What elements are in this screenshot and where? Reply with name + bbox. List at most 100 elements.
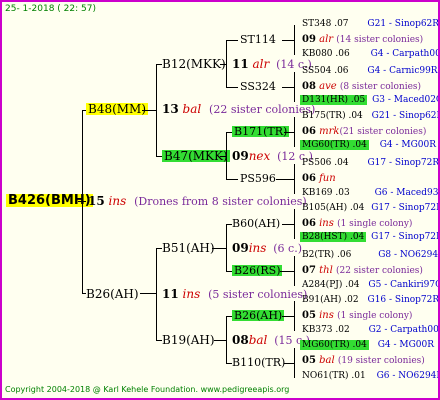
g4-queen-8[interactable]: B110(TR) bbox=[232, 357, 285, 368]
connector bbox=[226, 316, 227, 363]
dam-sire-info: 09ins (6 c.) bbox=[232, 242, 302, 254]
dam-note: (5 sister colonies) bbox=[208, 288, 308, 301]
sire-type: bal bbox=[182, 102, 202, 116]
dam-dam-queen[interactable]: B19(AH) bbox=[162, 334, 215, 346]
connector bbox=[226, 87, 238, 88]
g5-tag: G21 - Sinop62R bbox=[371, 111, 440, 121]
dam-sire-queen[interactable]: B51(AH) bbox=[162, 242, 215, 254]
g5-tag: G5 - Cankiri97Q bbox=[368, 280, 440, 290]
dam-info: 11 ins (5 sister colonies) bbox=[162, 288, 307, 300]
dam-queen[interactable]: B26(AH) bbox=[86, 288, 139, 300]
g5-note: (8 sister colonies) bbox=[339, 82, 422, 92]
g5-info-7: 05 ins (1 single colony) bbox=[302, 311, 412, 321]
g5-tag: G17 - Sinop72R bbox=[371, 203, 440, 213]
g5-tag: G21 - Sinop62R bbox=[367, 19, 440, 29]
g5-year: 05 bbox=[302, 355, 316, 366]
g4-queen-5[interactable]: B60(AH) bbox=[232, 218, 280, 229]
dam-sire-type: ins bbox=[248, 241, 267, 255]
g5-name[interactable]: SS504 .06 bbox=[302, 66, 349, 76]
connector bbox=[220, 156, 226, 157]
g5-year: 06 bbox=[302, 173, 316, 184]
g4-queen-1[interactable]: ST114 bbox=[240, 34, 276, 45]
dam-dam-info: 08bal (15 c.) bbox=[232, 334, 310, 346]
g4-queen-4[interactable]: PS596 bbox=[240, 173, 276, 184]
connector bbox=[294, 25, 295, 55]
sire-dam-type: nex bbox=[248, 149, 271, 163]
connector bbox=[294, 348, 295, 378]
g5-line-16: NO61(TR) .01 G6 - NO6294R bbox=[302, 371, 438, 381]
g5-tag: G2 - Carpath00R bbox=[368, 325, 440, 335]
g5-tag: G4 - Carpath00R bbox=[370, 49, 440, 59]
g5-year: 08 bbox=[302, 81, 316, 92]
connector bbox=[82, 110, 83, 293]
g5-name[interactable]: B91(AH) .02 bbox=[302, 295, 359, 305]
g5-tag: G6 - Maced93R bbox=[374, 188, 440, 198]
g5-name[interactable]: PS506 .04 bbox=[302, 158, 349, 168]
connector bbox=[156, 64, 157, 156]
connector bbox=[140, 293, 156, 294]
dam-type: ins bbox=[182, 287, 201, 301]
g5-info-3: 06 mrk(21 sister colonies) bbox=[302, 127, 426, 137]
connector bbox=[294, 164, 295, 194]
connector bbox=[282, 224, 294, 225]
header-date: 25- 1-2018 ( 22: 57) bbox=[5, 4, 96, 14]
g5-line-15: MG60(TR) .04 G4 - MG00R bbox=[300, 340, 434, 350]
connector bbox=[276, 179, 294, 180]
g5-info-5: 06 ins (1 single colony) bbox=[302, 219, 412, 229]
root-note: (Drones from 8 sister colonies) bbox=[134, 195, 307, 208]
g5-note: (19 sister colonies) bbox=[337, 356, 425, 366]
g5-name[interactable]: KB080 .06 bbox=[302, 49, 350, 59]
g5-name[interactable]: B28(HST) .04 bbox=[300, 232, 367, 242]
g5-line-11: B2(TR) .06 G8 - NO6294R bbox=[302, 250, 438, 260]
connector bbox=[280, 271, 294, 272]
dam-sire-year: 09 bbox=[232, 241, 249, 255]
g5-line-13: B91(AH) .02 G16 - Sinop72R bbox=[302, 295, 440, 305]
g5-name[interactable]: MG60(TR) .04 bbox=[300, 140, 369, 150]
g5-name[interactable]: B2(TR) .06 bbox=[302, 250, 351, 260]
sire-sire-queen[interactable]: B12(MKK) bbox=[162, 58, 226, 70]
footer-copyright: Copyright 2004-2018 @ Karl Kehele Founda… bbox=[5, 385, 290, 394]
root-info: 15 ins (Drones from 8 sister colonies) bbox=[88, 195, 307, 207]
root-type: ins bbox=[108, 194, 127, 208]
sire-queen[interactable]: B48(MM) bbox=[86, 103, 149, 115]
g5-note: (1 single colony) bbox=[337, 311, 413, 321]
dam-dam-type: bal bbox=[248, 333, 268, 347]
g5-name[interactable]: B105(AH) .04 bbox=[302, 203, 364, 213]
g4-queen-2[interactable]: SS324 bbox=[240, 81, 276, 92]
g5-line-5: B175(TR) .04 G21 - Sinop62R bbox=[302, 111, 440, 121]
g4-queen-6[interactable]: B26(RS) bbox=[232, 265, 283, 276]
connector bbox=[282, 40, 294, 41]
g5-note: (1 single colony) bbox=[337, 219, 413, 229]
g5-name[interactable]: ST348 .07 bbox=[302, 19, 349, 29]
g5-name[interactable]: KB373 .02 bbox=[302, 325, 350, 335]
g5-tag: G16 - Sinop72R bbox=[367, 295, 440, 305]
root-year: 15 bbox=[88, 194, 105, 208]
g5-name[interactable]: D131(HR) .05 bbox=[300, 95, 368, 105]
g5-tag: G4 - MG00R bbox=[379, 140, 437, 150]
g5-line-1: ST348 .07 G21 - Sinop62R bbox=[302, 19, 440, 29]
g4-queen-7[interactable]: B26(AH) bbox=[232, 310, 285, 321]
g5-line-14: KB373 .02 G2 - Carpath00R bbox=[302, 325, 440, 335]
sire-dam-info: 09nex (12 c.) bbox=[232, 150, 313, 162]
g4-queen-3[interactable]: B171(TR) bbox=[232, 126, 290, 137]
g5-line-7: PS506 .04 G17 - Sinop72R bbox=[302, 158, 438, 168]
connector bbox=[294, 301, 295, 331]
connector bbox=[226, 179, 238, 180]
g5-name[interactable]: NO61(TR) .01 bbox=[302, 371, 366, 381]
dam-year: 11 bbox=[162, 287, 179, 301]
connector bbox=[282, 87, 294, 88]
connector bbox=[282, 316, 294, 317]
g5-type: ins bbox=[319, 310, 334, 321]
g5-tag: G4 - Carnic99R bbox=[367, 66, 438, 76]
connector bbox=[284, 363, 294, 364]
connector bbox=[226, 224, 227, 271]
g5-name[interactable]: A284(PJ) .04 bbox=[302, 280, 360, 290]
g5-year: 06 bbox=[302, 126, 316, 137]
g5-name[interactable]: KB169 .03 bbox=[302, 188, 350, 198]
connector bbox=[226, 40, 238, 41]
g5-name[interactable]: MG60(TR) .04 bbox=[300, 340, 369, 350]
g5-type: ins bbox=[319, 218, 334, 229]
g5-type: alr bbox=[319, 34, 334, 45]
g5-name[interactable]: B175(TR) .04 bbox=[302, 111, 363, 121]
connector bbox=[212, 248, 226, 249]
